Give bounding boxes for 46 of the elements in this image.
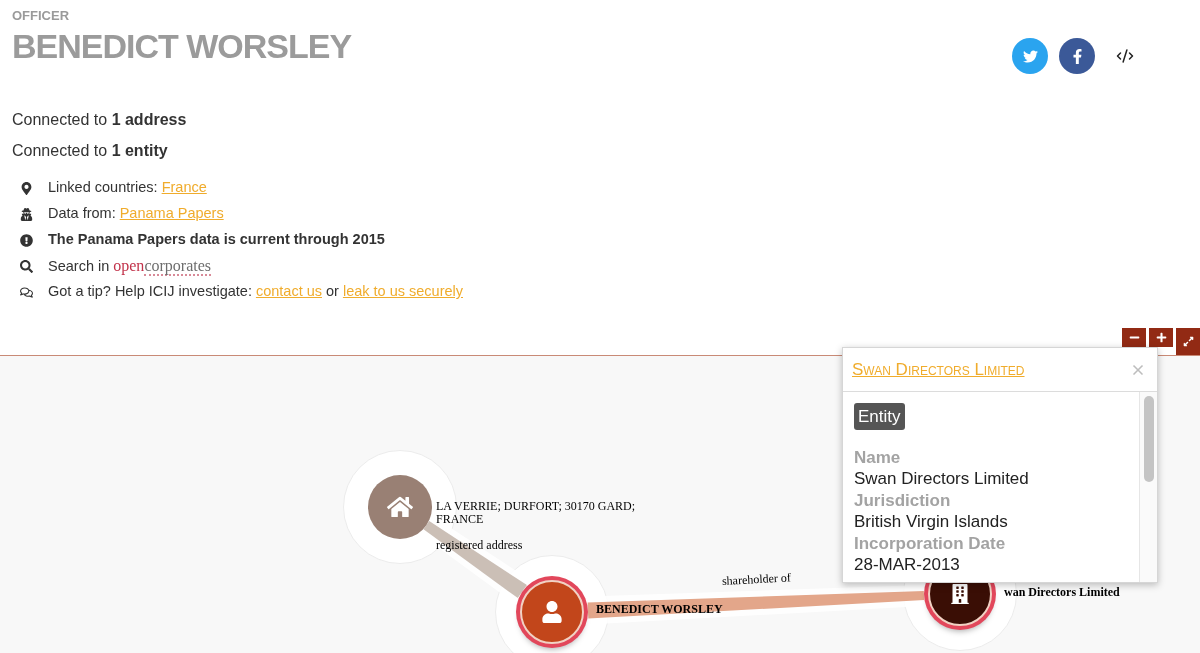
- label-text: or: [326, 282, 339, 302]
- record-type-label: OFFICER: [12, 8, 70, 24]
- edge-label: shareholder of: [721, 571, 792, 588]
- connection-summary: Connected to 1 entity: [12, 141, 168, 161]
- bird-icon: [1022, 48, 1038, 64]
- share-button[interactable]: [1059, 38, 1095, 74]
- zoom-in-button[interactable]: [1149, 328, 1173, 347]
- exclamation-icon: [20, 233, 33, 247]
- field-value: 28-MAR-2013: [854, 554, 960, 576]
- link[interactable]: leak to us securely: [342, 281, 463, 303]
- field-label: Name: [854, 447, 901, 468]
- opencorporates-logo[interactable]: opencorporates: [113, 254, 211, 278]
- officer-name-title: BENEDICT WORSLEY: [12, 26, 352, 66]
- person-icon: [541, 601, 563, 623]
- label-text: Search in: [48, 257, 110, 276]
- type-badge: Entity: [854, 403, 905, 430]
- label-text: Data from:: [48, 204, 116, 224]
- expand-icon: [1182, 336, 1194, 347]
- link[interactable]: contact us: [255, 281, 322, 303]
- node-label: wan Directors Limited: [1004, 586, 1120, 599]
- link[interactable]: France: [161, 177, 207, 199]
- speech-bubbles-icon: [20, 285, 33, 299]
- field-label: Incorporation Date: [854, 533, 1006, 554]
- connection-summary: Connected to 1 address: [12, 110, 187, 130]
- house-icon: [387, 494, 413, 520]
- entity-title-link[interactable]: Swan Directors Limited: [852, 356, 1025, 383]
- field-value: British Virgin Islands: [854, 511, 1008, 533]
- fullscreen-button[interactable]: [1176, 328, 1200, 355]
- search-icon: [20, 259, 33, 273]
- zoom-out-button[interactable]: [1122, 328, 1146, 347]
- node-label: LA VERRIE; DURFORT; 30170 GARD; FRANCE: [436, 500, 637, 526]
- edge-label: registered address: [436, 539, 523, 552]
- notice-text: The Panama Papers data is current through 2015: [48, 230, 385, 250]
- code-icon: [1116, 47, 1134, 65]
- node-label: BENEDICT WORSLEY: [596, 603, 723, 616]
- plus-icon: [1155, 332, 1167, 343]
- field-label: Jurisdiction: [854, 490, 951, 511]
- link[interactable]: Panama Papers: [119, 203, 224, 225]
- label-text: Linked countries:: [48, 178, 158, 198]
- f-logo-icon: [1070, 48, 1084, 64]
- spy-icon: [20, 207, 33, 221]
- label-text: Got a tip? Help ICIJ investigate:: [48, 282, 252, 302]
- map-pin-icon: [20, 181, 33, 195]
- embed-button[interactable]: [1116, 47, 1134, 65]
- scrollbar-thumb[interactable]: [1143, 396, 1154, 482]
- field-value: Swan Directors Limited: [854, 468, 1029, 490]
